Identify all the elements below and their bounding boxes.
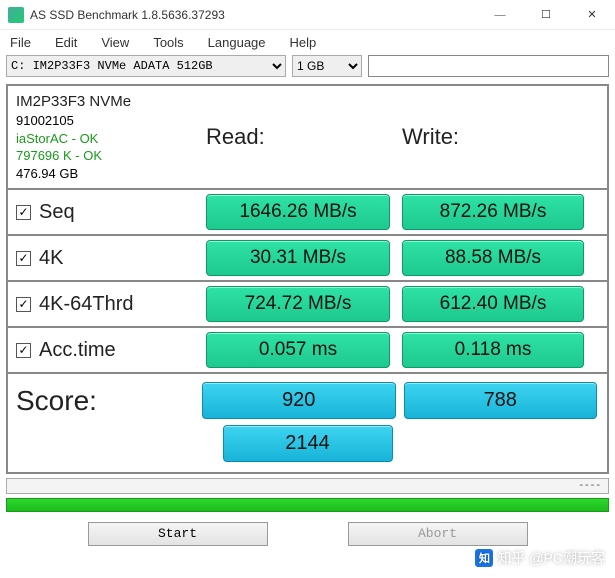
watermark: 知 知乎 @PC潮玩客	[475, 548, 605, 568]
acc-label: Acc.time	[39, 339, 116, 362]
results-panel: IM2P33F3 NVMe 91002105 iaStorAC - OK 797…	[6, 84, 609, 474]
abort-button: Abort	[348, 522, 528, 546]
score-label: Score:	[14, 385, 198, 417]
acc-checkbox[interactable]: ✓	[16, 343, 31, 358]
menu-view[interactable]: View	[101, 35, 129, 50]
score-read: 920	[202, 382, 396, 419]
zhihu-icon: 知	[475, 549, 493, 567]
maximize-button[interactable]: ☐	[523, 0, 569, 30]
device-serial: 91002105	[16, 112, 74, 130]
score-total: 2144	[223, 425, 393, 462]
device-name: IM2P33F3 NVMe	[16, 92, 131, 112]
acc-write: 0.118 ms	[402, 332, 584, 368]
filter-input[interactable]	[368, 55, 609, 77]
progress-area: ----	[6, 478, 609, 512]
device-driver: iaStorAC - OK	[16, 130, 98, 148]
4k64-read: 724.72 MB/s	[206, 286, 390, 322]
score-write: 788	[404, 382, 598, 419]
4k-write: 88.58 MB/s	[402, 240, 584, 276]
seq-read: 1646.26 MB/s	[206, 194, 390, 230]
toolbar: C: IM2P33F3 NVMe ADATA 512GB 1 GB	[0, 54, 615, 82]
watermark-text: 知乎 @PC潮玩客	[497, 548, 605, 568]
seq-write: 872.26 MB/s	[402, 194, 584, 230]
menu-help[interactable]: Help	[290, 35, 317, 50]
drive-select[interactable]: C: IM2P33F3 NVMe ADATA 512GB	[6, 55, 286, 77]
acc-read: 0.057 ms	[206, 332, 390, 368]
menu-tools[interactable]: Tools	[153, 35, 183, 50]
menu-edit[interactable]: Edit	[55, 35, 77, 50]
start-button[interactable]: Start	[88, 522, 268, 546]
app-icon	[8, 7, 24, 23]
4k-checkbox[interactable]: ✓	[16, 251, 31, 266]
device-info: IM2P33F3 NVMe 91002105 iaStorAC - OK 797…	[8, 86, 200, 188]
seq-checkbox[interactable]: ✓	[16, 205, 31, 220]
score-row: Score: 920 788 2144	[8, 374, 607, 472]
size-select[interactable]: 1 GB	[292, 55, 362, 77]
title-bar: AS SSD Benchmark 1.8.5636.37293 — ☐ ✕	[0, 0, 615, 30]
progress-bar-detail: ----	[6, 478, 609, 494]
4k64-label: 4K-64Thrd	[39, 293, 134, 316]
4k64-checkbox[interactable]: ✓	[16, 297, 31, 312]
progress-text: ----	[579, 479, 602, 491]
menu-language[interactable]: Language	[208, 35, 266, 50]
window-title: AS SSD Benchmark 1.8.5636.37293	[30, 8, 477, 22]
menu-bar: File Edit View Tools Language Help	[0, 30, 615, 54]
seq-label: Seq	[39, 201, 75, 224]
close-button[interactable]: ✕	[569, 0, 615, 30]
header-read: Read:	[206, 124, 265, 150]
button-row: Start Abort	[0, 522, 615, 546]
minimize-button[interactable]: —	[477, 0, 523, 30]
4k-read: 30.31 MB/s	[206, 240, 390, 276]
menu-file[interactable]: File	[10, 35, 31, 50]
header-write: Write:	[402, 124, 459, 150]
device-alignment: 797696 K - OK	[16, 147, 102, 165]
4k64-write: 612.40 MB/s	[402, 286, 584, 322]
progress-bar-overall	[6, 498, 609, 512]
device-capacity: 476.94 GB	[16, 165, 78, 183]
4k-label: 4K	[39, 247, 63, 270]
